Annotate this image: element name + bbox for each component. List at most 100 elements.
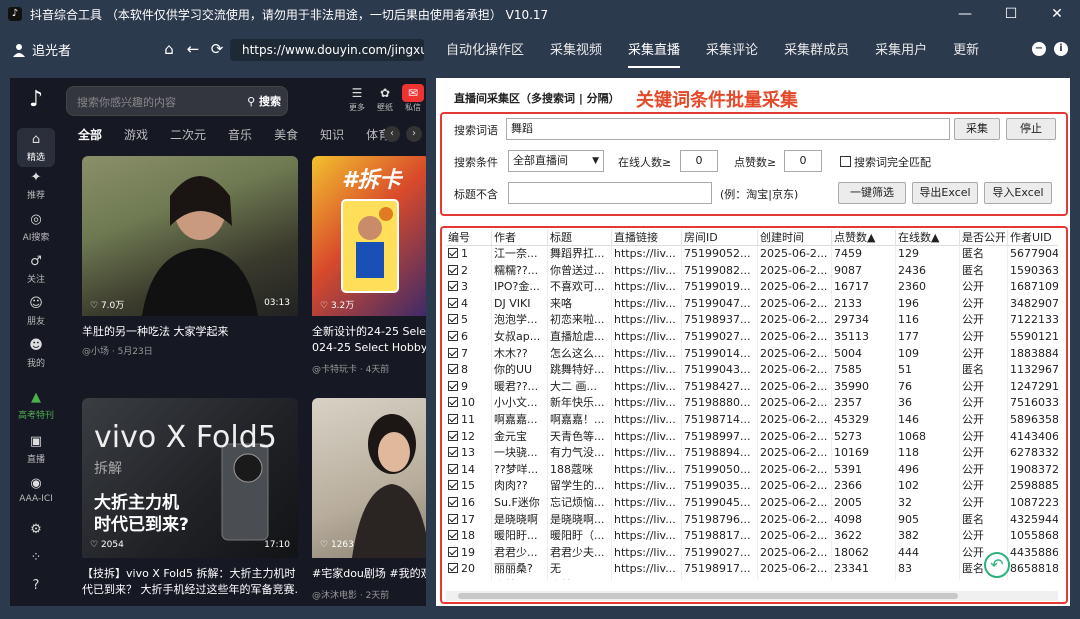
table-row[interactable]: 12 金元宝 天青色等... https://liv... 75198997... 202… — [446, 428, 1058, 446]
row-checkbox[interactable] — [448, 297, 458, 308]
header-col-uid[interactable]: 作者UID — [1008, 230, 1058, 246]
scrollbar-thumb[interactable] — [458, 593, 958, 599]
likes-input[interactable]: 0 — [784, 150, 822, 172]
table-row[interactable]: 19 君君少... 君君少夫... https://liv... 75199027...… — [446, 544, 1058, 562]
menu-update[interactable]: 更新 — [953, 28, 979, 70]
sidebar-item-friends[interactable]: ☺ 朋友 — [10, 296, 62, 327]
row-checkbox[interactable] — [448, 463, 458, 474]
sidebar-item-featured[interactable]: ⌂ 精选 — [10, 128, 62, 167]
video-card[interactable]: #拆卡 ♡ 3.2万 全新设计的24-25 Sele 024-25 Select… — [312, 156, 426, 376]
douyin-search-box[interactable]: 搜索你感兴趣的内容 ⚲ 搜索 — [66, 86, 288, 116]
table-row[interactable]: 15 肉肉?? 留学生的... https://liv... 75199035... 20… — [446, 478, 1058, 495]
row-checkbox[interactable] — [448, 530, 458, 541]
table-row[interactable]: 4 DJ VIKI 来咯 https://liv... 75199047... 2025-… — [446, 295, 1058, 313]
table-row[interactable]: 13 一块骁... 有力气没... https://liv... 75198894...… — [446, 445, 1058, 462]
header-col-title[interactable]: 标题 — [548, 230, 612, 246]
chevron-left-icon[interactable]: ‹ — [384, 126, 400, 142]
menu-collect-video[interactable]: 采集视频 — [550, 28, 602, 70]
table-row[interactable]: 1 江一奈... 舞蹈界扛... https://liv... 75199052... 2… — [446, 246, 1058, 263]
row-checkbox[interactable] — [448, 331, 458, 341]
header-col-online[interactable]: 在线数▲ — [896, 230, 960, 246]
menu-collect-group[interactable]: 采集群成员 — [784, 28, 849, 70]
row-checkbox[interactable] — [448, 546, 458, 557]
row-checkbox[interactable] — [448, 513, 458, 524]
menu-collect-live[interactable]: 采集直播 — [628, 28, 681, 68]
header-col-index[interactable]: 编号 — [446, 230, 492, 246]
row-checkbox[interactable] — [448, 414, 458, 424]
sidebar-item-ai-search[interactable]: ◎ AI搜索 — [10, 212, 62, 243]
row-checkbox[interactable] — [448, 314, 458, 325]
sidebar-item-recommend[interactable]: ✦ 推荐 — [10, 170, 62, 201]
export-excel-button[interactable]: 导出Excel — [912, 182, 978, 204]
sidebar-item-exam[interactable]: ▲ 高考特刊 — [10, 390, 62, 421]
refresh-icon[interactable]: ⟳ — [208, 40, 226, 58]
header-col-link[interactable]: 直播链接 — [612, 230, 682, 246]
condition-select[interactable]: 全部直播间 ▼ — [508, 150, 604, 172]
row-checkbox[interactable] — [448, 447, 458, 458]
tab-games[interactable]: 游戏 — [124, 126, 148, 143]
row-checkbox[interactable] — [448, 248, 458, 258]
sidebar-item-game[interactable]: ◉ AAA-ICI — [10, 476, 62, 504]
table-row[interactable]: 20 丽丽桑? 无 https://liv... 75198917... 2025-06-… — [446, 561, 1058, 578]
import-excel-button[interactable]: 导入Excel — [984, 182, 1052, 204]
info-circle-icon[interactable]: i — [1054, 42, 1068, 56]
menu-automation[interactable]: 自动化操作区 — [446, 28, 524, 70]
table-row[interactable]: 8 你的UU 跳舞特好... https://liv... 75199043... 202… — [446, 362, 1058, 379]
sidebar-item-live[interactable]: ▣ 直播 — [10, 434, 62, 465]
chevron-right-icon[interactable]: › — [406, 126, 422, 142]
tab-music[interactable]: 音乐 — [228, 126, 252, 143]
quick-filter-button[interactable]: 一键筛选 — [838, 182, 906, 204]
tab-food[interactable]: 美食 — [274, 126, 298, 143]
table-row[interactable]: 16 Su.F迷你 忘记烦恼... https://liv... 75199045...… — [446, 495, 1058, 512]
sidebar-help[interactable]: ? — [10, 578, 62, 596]
video-card[interactable]: ♡ 7.0万 03:13 羊肚的另一种吃法 大家学起来 @小场 · 5月23日 — [82, 156, 298, 356]
tab-knowledge[interactable]: 知识 — [320, 126, 344, 143]
table-row[interactable]: 9 暖君??... 大二 画... https://liv... 75198427...… — [446, 378, 1058, 396]
online-input[interactable]: 0 — [680, 150, 718, 172]
row-checkbox[interactable] — [448, 563, 458, 574]
row-checkbox[interactable] — [448, 281, 458, 292]
table-row[interactable]: 21 小鸽蛋小鸽蛋正...https://liv...75198867...202… — [446, 578, 1058, 580]
douyin-search-button[interactable]: ⚲ 搜索 — [247, 93, 281, 109]
row-checkbox[interactable] — [448, 480, 458, 491]
row-checkbox[interactable] — [448, 430, 458, 441]
horizontal-scrollbar[interactable] — [446, 591, 1058, 601]
close-button[interactable]: ✕ — [1034, 0, 1080, 28]
sidebar-item-follow[interactable]: ♂ 关注 — [10, 254, 62, 285]
sidebar-item-profile[interactable]: ☻ 我的 — [10, 338, 62, 369]
table-row[interactable]: 11 啊嘉嘉... 啊嘉嘉！... https://liv... 75198714...… — [446, 412, 1058, 429]
video-card[interactable]: ♡ 1263 #宅家dou剧场 #我的观 @沐沐电影 · 2天前 — [312, 398, 426, 606]
header-col-created[interactable]: 创建时间 — [758, 230, 832, 246]
header-col-author[interactable]: 作者 — [492, 230, 548, 246]
row-checkbox[interactable] — [448, 380, 458, 391]
search-input[interactable]: 舞蹈 — [506, 118, 950, 140]
douyin-logo-icon[interactable]: ♪ — [24, 88, 48, 112]
home-icon[interactable]: ⌂ — [160, 40, 178, 58]
stop-button[interactable]: 停止 — [1006, 118, 1056, 140]
table-row[interactable]: 17 是晓晓啊 是晓晓啊... https://liv... 75198796... 20… — [446, 511, 1058, 529]
tab-all[interactable]: 全部 — [78, 126, 102, 143]
sidebar-apps[interactable]: ⁘ — [10, 550, 62, 568]
sidebar-settings[interactable]: ⚙ — [10, 522, 62, 540]
table-row[interactable]: 3 IPO?金... 不喜欢可... https://liv... 75199019..… — [446, 279, 1058, 296]
header-col-public[interactable]: 是否公开 — [960, 230, 1008, 246]
user-info[interactable]: 追光者 — [12, 40, 71, 59]
minus-circle-icon[interactable]: − — [1032, 42, 1046, 56]
url-bar[interactable]: https://www.douyin.com/jingxuan — [230, 39, 424, 61]
table-row[interactable]: 2 糯糯??... 你曾送过... https://liv... 75199082...… — [446, 262, 1058, 280]
header-col-room-id[interactable]: 房间ID — [682, 230, 758, 246]
row-checkbox[interactable] — [448, 347, 458, 358]
menu-collect-comments[interactable]: 采集评论 — [706, 28, 758, 70]
minimize-button[interactable]: — — [942, 0, 988, 28]
header-col-likes[interactable]: 点赞数▲ — [832, 230, 896, 246]
message-button[interactable]: ✉ 私信 — [402, 84, 424, 113]
table-row[interactable]: 6 女叔ap... 直播尬虐... https://liv... 75199027...… — [446, 329, 1058, 346]
video-card[interactable]: vivo X Fold5 拆解 大折主力机 时代已到来? ♡ 2054 17:1… — [82, 398, 298, 606]
table-row[interactable]: 10 小小文... 新年快乐... https://liv... 75198880...… — [446, 395, 1058, 412]
row-checkbox[interactable] — [448, 264, 458, 275]
back-arrow-icon[interactable]: ↶ — [984, 552, 1010, 578]
wallpaper-button[interactable]: ✿ 壁纸 — [374, 84, 396, 113]
row-checkbox[interactable] — [448, 364, 458, 375]
maximize-button[interactable]: ☐ — [988, 0, 1034, 28]
table-row[interactable]: 18 暖阳盱... 暖阳盱（... https://liv... 75198817...… — [446, 528, 1058, 545]
